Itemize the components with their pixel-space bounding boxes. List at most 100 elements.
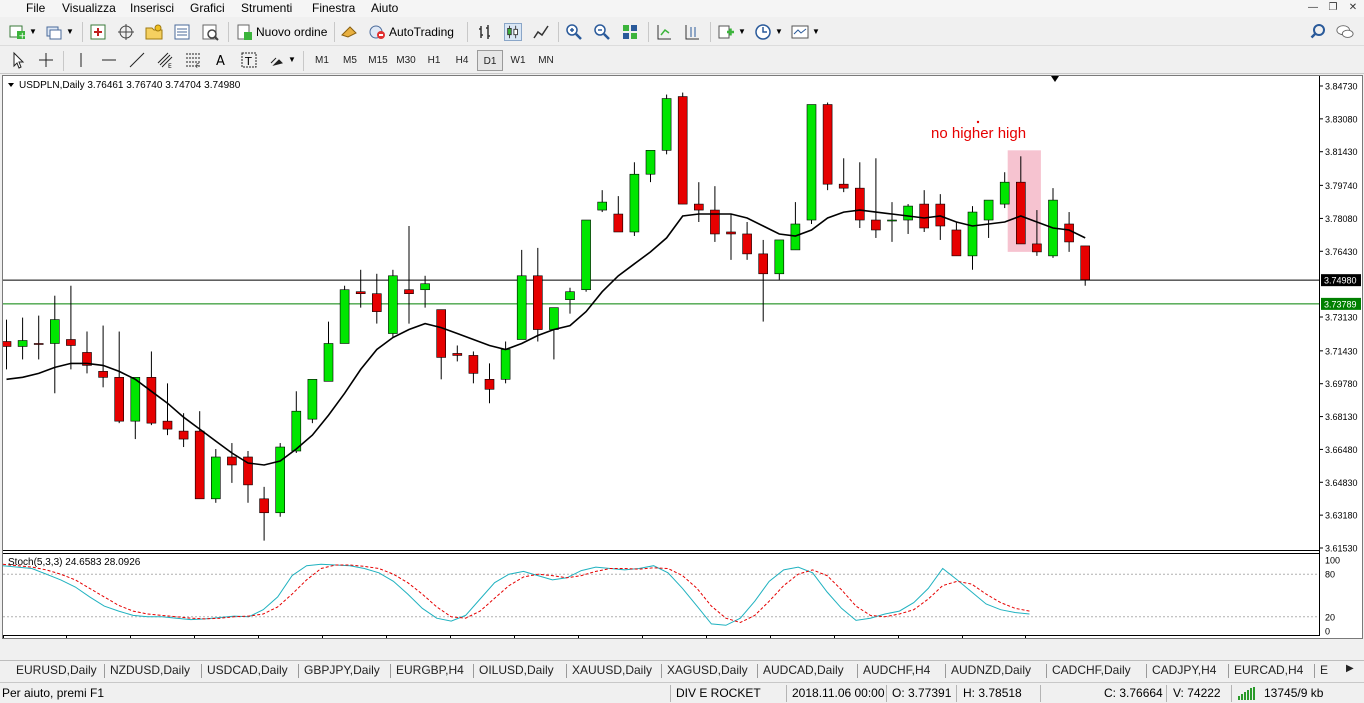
price-axis-label: 3.73130 — [1325, 313, 1358, 323]
tab-separator — [857, 664, 858, 678]
profiles-dropdown-icon[interactable]: ▼ — [66, 21, 74, 43]
chart-tab[interactable]: AUDNZD,Daily — [951, 663, 1031, 677]
autotrading-icon[interactable] — [368, 23, 386, 41]
metaeditor-icon[interactable] — [340, 23, 358, 41]
fibonacci-icon[interactable]: F — [184, 51, 202, 69]
connection-bars-icon — [1238, 687, 1255, 700]
chart-window[interactable]: 3.84730 3.83080 3.81430 3.79740 3.78080 3.764… — [2, 75, 1363, 639]
timeframe-m15[interactable]: M15 — [365, 50, 391, 71]
bearish-candle — [822, 104, 833, 185]
chart-tab[interactable]: AUDCAD,Daily — [763, 663, 844, 677]
menu-charts[interactable]: Grafici — [190, 1, 225, 15]
horizontal-line-icon[interactable] — [100, 51, 118, 69]
chart-tab[interactable]: E — [1320, 663, 1328, 677]
price-axis-label: 3.84730 — [1325, 82, 1358, 92]
zoom-in-icon[interactable] — [565, 23, 583, 41]
crosshair-icon[interactable] — [37, 51, 55, 69]
timeframe-h1[interactable]: H1 — [421, 50, 447, 71]
zoom-out-icon[interactable] — [593, 23, 611, 41]
chart-tab[interactable]: EURGBP,H4 — [396, 663, 464, 677]
minimize-icon[interactable]: — — [1306, 1, 1320, 15]
vertical-line-icon[interactable] — [72, 51, 90, 69]
timeframe-m1[interactable]: M1 — [309, 50, 335, 71]
bar-chart-icon[interactable] — [476, 23, 494, 41]
text-icon[interactable]: A — [212, 51, 230, 69]
search-icon[interactable] — [1309, 23, 1327, 41]
templates-icon[interactable] — [791, 23, 809, 41]
svg-text:E: E — [168, 63, 172, 69]
templates-dropdown-icon[interactable]: ▼ — [812, 21, 820, 43]
menu-insert[interactable]: Inserisci — [130, 1, 174, 15]
indicators-icon[interactable] — [717, 23, 735, 41]
timeframe-w1[interactable]: W1 — [505, 50, 531, 71]
bearish-candle — [436, 309, 447, 358]
chart-shift-icon[interactable] — [683, 23, 701, 41]
timeframe-h4[interactable]: H4 — [449, 50, 475, 71]
svg-text:F: F — [196, 63, 200, 69]
chart-header-collapse-icon[interactable] — [8, 83, 14, 87]
status-help: Per aiuto, premi F1 — [2, 686, 105, 700]
chart-tab[interactable]: XAUUSD,Daily — [572, 663, 652, 677]
chart-tab[interactable]: CADJPY,H4 — [1152, 663, 1216, 677]
cursor-icon[interactable] — [9, 51, 27, 69]
timeframe-m5[interactable]: M5 — [337, 50, 363, 71]
autotrading-button[interactable]: AutoTrading — [389, 21, 454, 43]
tile-windows-icon[interactable] — [621, 23, 639, 41]
new-order-icon[interactable] — [235, 23, 253, 41]
metatrader-window: File Visualizza Inserisci Grafici Strume… — [0, 0, 1364, 703]
new-chart-dropdown-icon[interactable]: ▼ — [29, 21, 37, 43]
tabs-scroll-right-icon[interactable]: ▶ — [1346, 663, 1354, 674]
timeframe-mn[interactable]: MN — [533, 50, 559, 71]
new-order-button[interactable]: Nuovo ordine — [256, 21, 327, 43]
price-axis-label: 3.76430 — [1325, 247, 1358, 257]
chart-tab[interactable]: USDCAD,Daily — [207, 663, 288, 677]
bearish-candle — [404, 289, 414, 295]
chart-tab[interactable]: GBPJPY,Daily — [304, 663, 380, 677]
price-axis-label: 3.78080 — [1325, 214, 1358, 224]
periods-dropdown-icon[interactable]: ▼ — [775, 21, 783, 43]
text-label-icon[interactable]: T — [240, 51, 258, 69]
navigator-folder-icon[interactable] — [145, 23, 163, 41]
trendline-icon[interactable] — [128, 51, 146, 69]
menu-window[interactable]: Finestra — [312, 1, 355, 15]
menu-view[interactable]: Visualizza — [62, 1, 116, 15]
new-chart-icon[interactable]: + — [8, 23, 26, 41]
bullish-candle — [661, 98, 672, 151]
bullish-candle — [629, 173, 640, 233]
chat-icon[interactable] — [1336, 23, 1354, 41]
chart-tab[interactable]: CADCHF,Daily — [1052, 663, 1131, 677]
bearish-candle — [66, 339, 76, 346]
periods-clock-icon[interactable] — [754, 23, 772, 41]
menu-help[interactable]: Aiuto — [371, 1, 398, 15]
close-icon[interactable]: ✕ — [1346, 1, 1360, 15]
auto-scroll-icon[interactable] — [655, 23, 673, 41]
line-chart-icon[interactable] — [532, 23, 550, 41]
arrows-dropdown-icon[interactable]: ▼ — [288, 49, 296, 71]
strategy-tester-icon[interactable] — [201, 23, 219, 41]
candlestick-chart-icon[interactable] — [504, 23, 522, 41]
chart-tab[interactable]: EURCAD,H4 — [1234, 663, 1303, 677]
chart-tab[interactable]: AUDCHF,H4 — [863, 663, 930, 677]
indicators-dropdown-icon[interactable]: ▼ — [738, 21, 746, 43]
bullish-candle — [49, 319, 60, 344]
menu-tools[interactable]: Strumenti — [241, 1, 292, 15]
chart-shift-marker[interactable] — [1051, 76, 1059, 82]
price-chart[interactable]: 3.84730 3.83080 3.81430 3.79740 3.78080 3.764… — [3, 76, 1362, 638]
chart-tab[interactable]: EURUSD,Daily — [16, 663, 97, 677]
timeframe-m30[interactable]: M30 — [393, 50, 419, 71]
menu-file[interactable]: File — [26, 1, 45, 15]
chart-tab[interactable]: OILUSD,Daily — [479, 663, 554, 677]
chart-tab[interactable]: NZDUSD,Daily — [110, 663, 190, 677]
chart-tab[interactable]: XAGUSD,Daily — [667, 663, 748, 677]
arrows-icon[interactable] — [268, 51, 286, 69]
tab-separator — [757, 664, 758, 678]
timeframe-d1[interactable]: D1 — [477, 50, 503, 71]
equidistant-channel-icon[interactable]: E — [156, 51, 174, 69]
bullish-candle — [774, 239, 785, 275]
market-watch-icon[interactable] — [89, 23, 107, 41]
profiles-icon[interactable] — [45, 23, 63, 41]
chart-annotation-no-higher-high[interactable]: no higher high — [931, 125, 1026, 142]
restore-icon[interactable]: ❐ — [1326, 1, 1340, 15]
terminal-icon[interactable] — [173, 23, 191, 41]
crosshair-navigator-icon[interactable] — [117, 23, 135, 41]
